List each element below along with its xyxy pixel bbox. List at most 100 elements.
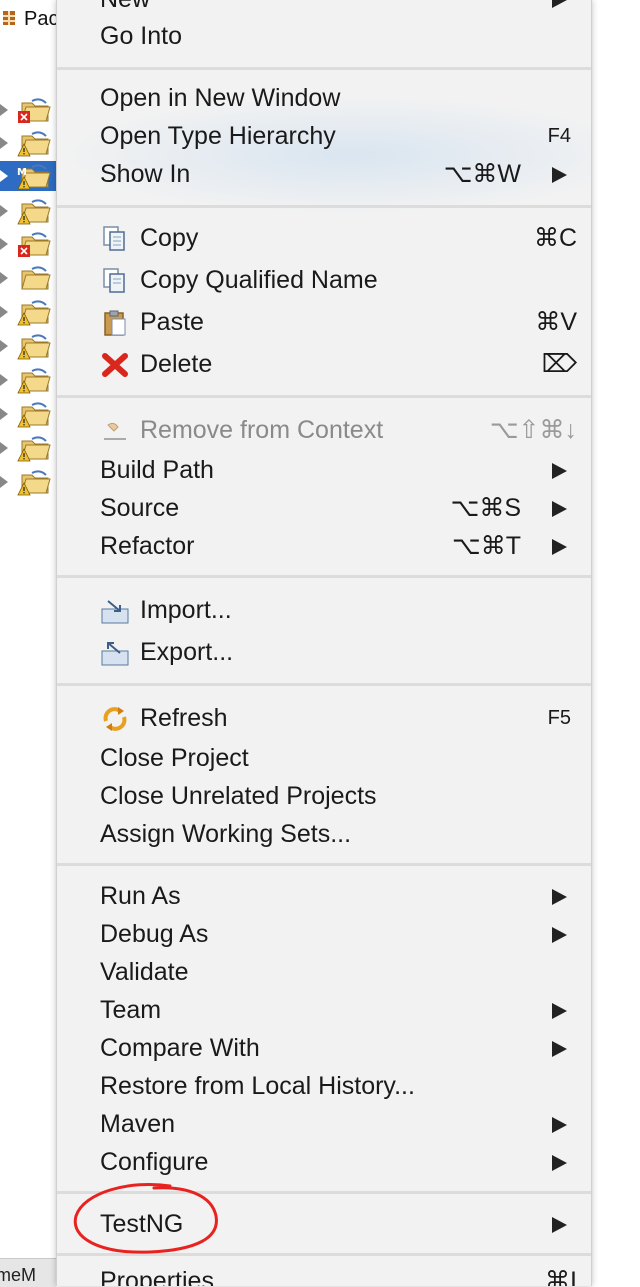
- menu-item-remove-from-context[interactable]: Remove from Context ⌥⇧⌘↓: [57, 411, 591, 449]
- menu-item-label: Close Unrelated Projects: [100, 782, 377, 810]
- menu-item-build-path[interactable]: Build Path: [57, 451, 591, 489]
- menu-item-debug-as[interactable]: Debug As: [57, 915, 591, 953]
- menu-item-run-as[interactable]: Run As: [57, 877, 591, 915]
- expand-arrow-icon[interactable]: [0, 340, 8, 352]
- menu-item-compare-with[interactable]: Compare With: [57, 1029, 591, 1067]
- project-tree-row[interactable]: [0, 467, 56, 497]
- shortcut-label: ⌥⌘T: [451, 532, 521, 560]
- menu-item-label: Maven: [100, 1110, 176, 1138]
- menu-item-configure[interactable]: Configure: [57, 1143, 591, 1181]
- expand-arrow-icon[interactable]: [0, 408, 8, 420]
- submenu-arrow-icon: [552, 167, 567, 183]
- bottom-view-tab[interactable]: meM: [0, 1258, 56, 1287]
- menu-item-source[interactable]: Source ⌥⌘S: [57, 489, 591, 527]
- project-folder-icon: [17, 470, 51, 496]
- menu-item-open-in-new-window[interactable]: Open in New Window: [57, 79, 591, 117]
- shortcut-label: ⌥⇧⌘↓: [489, 416, 577, 444]
- expand-arrow-icon[interactable]: [0, 238, 8, 250]
- menu-item-team[interactable]: Team: [57, 991, 591, 1029]
- menu-item-import[interactable]: Import...: [57, 591, 591, 629]
- menu-item-validate[interactable]: Validate: [57, 953, 591, 991]
- project-tree-row[interactable]: [0, 399, 56, 429]
- project-tree-row[interactable]: [0, 128, 56, 158]
- menu-item-assign-working-sets[interactable]: Assign Working Sets...: [57, 815, 591, 853]
- shortcut-label: F4: [547, 125, 571, 147]
- menu-item-label: Compare With: [100, 1034, 260, 1062]
- menu-item-go-into[interactable]: Go Into: [57, 17, 591, 55]
- menu-item-label: Restore from Local History...: [100, 1072, 415, 1100]
- project-folder-icon: [17, 199, 51, 225]
- menu-item-maven[interactable]: Maven: [57, 1105, 591, 1143]
- menu-item-refactor[interactable]: Refactor ⌥⌘T: [57, 527, 591, 565]
- menu-item-properties[interactable]: Properties ⌘I: [57, 1262, 591, 1286]
- menu-item-label: Open Type Hierarchy: [100, 122, 336, 150]
- menu-item-restore-from-local-history[interactable]: Restore from Local History...: [57, 1067, 591, 1105]
- refresh-icon: [103, 707, 127, 731]
- menu-item-label: Export...: [140, 638, 234, 666]
- project-folder-icon: [17, 402, 51, 428]
- menu-separator: [57, 205, 591, 208]
- project-tree-row[interactable]: [0, 297, 56, 327]
- menu-item-close-unrelated-projects[interactable]: Close Unrelated Projects: [57, 777, 591, 815]
- project-tree-row[interactable]: [0, 331, 56, 361]
- menu-item-label: Properties: [100, 1267, 214, 1286]
- project-tree-row[interactable]: [0, 229, 56, 259]
- menu-item-label: Copy: [140, 224, 199, 252]
- menu-item-export[interactable]: Export...: [57, 633, 591, 671]
- expand-arrow-icon[interactable]: [0, 442, 8, 454]
- menu-item-label: Configure: [100, 1148, 209, 1176]
- menu-item-label: New: [100, 0, 150, 18]
- expand-arrow-icon[interactable]: [0, 137, 8, 149]
- submenu-arrow-icon: [552, 1117, 567, 1133]
- project-tree-row[interactable]: [0, 95, 56, 125]
- menu-item-open-type-hierarchy[interactable]: Open Type Hierarchy F4: [57, 117, 591, 155]
- menu-item-label: Paste: [140, 308, 204, 336]
- project-tree-row[interactable]: [0, 263, 56, 293]
- expand-arrow-icon[interactable]: [0, 476, 8, 488]
- menu-item-close-project[interactable]: Close Project: [57, 739, 591, 777]
- menu-item-copy[interactable]: Copy ⌘C: [57, 219, 591, 257]
- menu-item-copy-qualified-name[interactable]: Copy Qualified Name: [57, 261, 591, 299]
- menu-separator: [57, 1253, 591, 1256]
- submenu-arrow-icon: [552, 1003, 567, 1019]
- menu-item-refresh[interactable]: Refresh F5: [57, 699, 591, 737]
- bottom-view-tab-label: meM: [0, 1265, 36, 1285]
- menu-item-label: Debug As: [100, 920, 209, 948]
- project-tree-row[interactable]: [0, 196, 56, 226]
- project-tree-row[interactable]: M: [0, 161, 56, 191]
- expand-arrow-icon[interactable]: [0, 272, 8, 284]
- menu-separator: [57, 863, 591, 866]
- expand-arrow-icon[interactable]: [0, 104, 8, 116]
- menu-item-delete[interactable]: Delete ⌦: [57, 345, 591, 383]
- menu-item-paste[interactable]: Paste ⌘V: [57, 303, 591, 341]
- shortcut-label: ⌘C: [533, 224, 577, 252]
- shortcut-label: F5: [547, 707, 571, 729]
- menu-separator: [57, 395, 591, 398]
- menu-item-label: Close Project: [100, 744, 249, 772]
- menu-item-testng[interactable]: TestNG: [57, 1205, 591, 1243]
- menu-item-label: Copy Qualified Name: [140, 266, 378, 294]
- submenu-arrow-icon: [552, 1217, 567, 1233]
- expand-arrow-icon[interactable]: [0, 170, 8, 182]
- expand-arrow-icon[interactable]: [0, 205, 8, 217]
- copy-icon: [103, 226, 125, 251]
- menu-item-show-in[interactable]: Show In ⌥⌘W: [57, 155, 591, 193]
- menu-item-new[interactable]: New: [57, 0, 591, 18]
- project-folder-icon: [17, 131, 51, 157]
- menu-item-label: Delete: [140, 350, 213, 378]
- project-folder-icon: [17, 334, 51, 360]
- menu-item-label: Go Into: [100, 22, 182, 50]
- menu-item-label: Import...: [140, 596, 232, 624]
- project-tree-row[interactable]: [0, 365, 56, 395]
- project-tree-row[interactable]: [0, 433, 56, 463]
- menu-item-label: Team: [100, 996, 162, 1024]
- expand-arrow-icon[interactable]: [0, 374, 8, 386]
- project-folder-icon: [17, 368, 51, 394]
- submenu-arrow-icon: [552, 539, 567, 555]
- svg-text:M: M: [17, 167, 27, 178]
- project-folder-icon: [17, 436, 51, 462]
- expand-arrow-icon[interactable]: [0, 306, 8, 318]
- menu-item-label: Remove from Context: [140, 416, 384, 444]
- package-explorer: Pac M meM: [0, 0, 58, 1287]
- remove-context-icon: [104, 422, 126, 440]
